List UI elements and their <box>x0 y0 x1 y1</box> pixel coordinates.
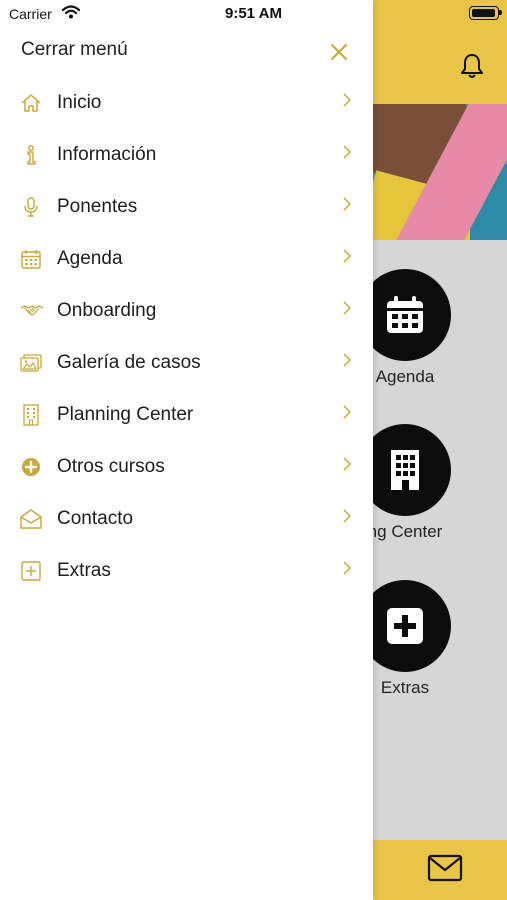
menu-item-label: Otros cursos <box>57 456 165 477</box>
wifi-icon <box>62 5 80 19</box>
battery-icon <box>469 6 502 20</box>
handshake-icon <box>20 305 44 316</box>
carrier-label: Carrier <box>9 6 52 22</box>
menu-item-ponentes[interactable]: Ponentes <box>0 182 373 234</box>
home-icon <box>21 94 41 112</box>
info-icon <box>27 145 36 165</box>
plus-square-icon <box>387 608 423 644</box>
menu-item-extras[interactable]: Extras <box>0 546 373 598</box>
clock: 9:51 AM <box>225 5 282 22</box>
close-menu-label[interactable]: Cerrar menú <box>21 39 128 61</box>
chevron-right-icon <box>343 301 352 315</box>
chevron-right-icon <box>343 249 352 263</box>
menu-item-informacion[interactable]: Información <box>0 130 373 182</box>
menu-item-otros-cursos[interactable]: Otros cursos <box>0 442 373 494</box>
chevron-right-icon <box>343 145 352 159</box>
side-drawer: Cerrar menú Inicio Información Ponentes … <box>0 0 373 900</box>
chevron-right-icon <box>343 197 352 211</box>
menu-item-inicio[interactable]: Inicio <box>0 78 373 130</box>
bell-icon[interactable] <box>458 52 486 80</box>
menu-item-label: Agenda <box>57 248 123 269</box>
chevron-right-icon <box>343 561 352 575</box>
drawer-header: Cerrar menú <box>0 34 373 70</box>
chevron-right-icon <box>343 509 352 523</box>
menu-item-contacto[interactable]: Contacto <box>0 494 373 546</box>
menu-item-planning-center[interactable]: Planning Center <box>0 390 373 442</box>
envelope-open-icon <box>20 509 42 529</box>
menu-item-label: Onboarding <box>57 300 157 321</box>
status-bar: Carrier 9:51 AM <box>0 0 507 28</box>
menu-item-label: Planning Center <box>57 404 194 425</box>
chevron-right-icon <box>343 353 352 367</box>
menu-item-agenda[interactable]: Agenda <box>0 234 373 286</box>
microphone-icon <box>24 197 38 217</box>
menu-item-label: Ponentes <box>57 196 138 217</box>
chevron-right-icon <box>343 405 352 419</box>
menu-item-label: Galería de casos <box>57 352 201 373</box>
menu-item-label: Información <box>57 144 157 165</box>
menu-item-label: Contacto <box>57 508 134 529</box>
building-icon <box>391 450 419 490</box>
plus-square-icon <box>21 561 41 581</box>
menu-item-onboarding[interactable]: Onboarding <box>0 286 373 338</box>
gallery-icon <box>20 354 42 372</box>
chevron-right-icon <box>343 93 352 107</box>
chevron-right-icon <box>343 457 352 471</box>
envelope-icon[interactable] <box>427 854 463 882</box>
building-icon <box>23 404 39 426</box>
close-icon[interactable] <box>329 42 349 62</box>
plus-circle-icon <box>22 458 40 476</box>
menu-item-galeria-de-casos[interactable]: Galería de casos <box>0 338 373 390</box>
calendar-icon <box>21 250 41 269</box>
calendar-icon <box>387 296 423 333</box>
menu-item-label: Extras <box>57 560 111 581</box>
menu-item-label: Inicio <box>57 92 102 113</box>
